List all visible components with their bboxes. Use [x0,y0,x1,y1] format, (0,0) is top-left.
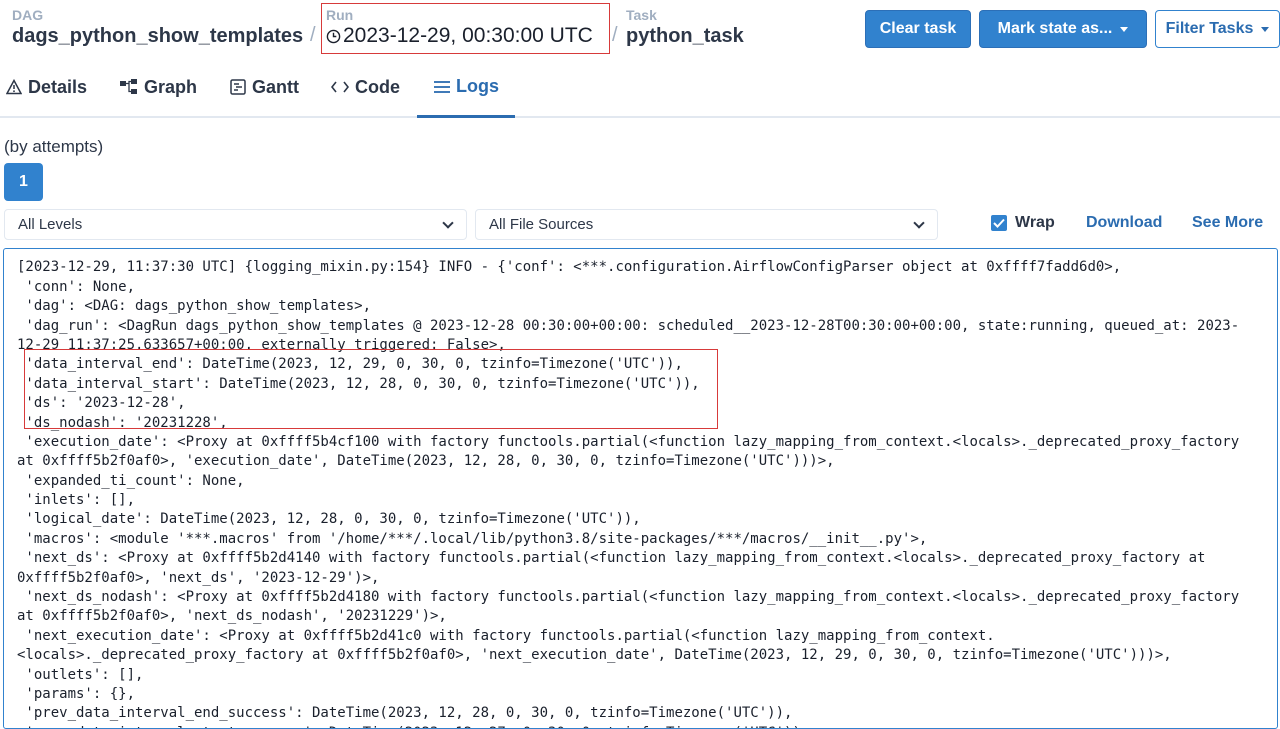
tab-details[interactable]: Details [6,58,87,116]
tab-graph[interactable]: Graph [120,58,197,116]
checkmark-icon [993,218,1005,228]
log-line: 'conn': None, [17,278,136,295]
log-line: at 0xffff5b2f0af0>, 'next_ds_nodash', '2… [17,608,447,625]
clear-task-button[interactable]: Clear task [865,10,971,48]
breadcrumb-task[interactable]: Task python_task [626,7,744,48]
log-line: 'params': {}, [17,685,136,702]
log-viewer[interactable]: [2023-12-29, 11:37:30 UTC] {logging_mixi… [3,248,1278,729]
see-more-link[interactable]: See More [1192,214,1263,232]
tab-code-label: Code [355,76,400,97]
wrap-label: Wrap [1015,214,1055,231]
log-line: at 0xffff5b2f0af0>, 'execution_date', Da… [17,453,835,470]
wrap-toggle[interactable]: Wrap [991,214,1055,232]
log-line: 'dag_run': <DagRun dags_python_show_temp… [17,317,1240,334]
graph-icon [120,79,138,95]
tab-gantt-label: Gantt [252,76,299,97]
chevron-down-icon [913,217,925,229]
tab-code[interactable]: Code [331,58,400,116]
gantt-icon [230,79,246,95]
filter-tasks-button[interactable]: Filter Tasks [1155,10,1280,48]
breadcrumb-run-label: Run [326,7,354,23]
clock-icon [326,29,341,44]
code-icon [331,80,349,94]
log-line: <locals>._deprecated_proxy_factory at 0x… [17,647,1172,664]
header: DAG dags_python_show_templates / Run 202… [0,0,1280,58]
mark-state-button[interactable]: Mark state as... [979,10,1147,48]
breadcrumb-run[interactable]: Run 2023-12-29, 00:30:00 UTC [326,7,593,48]
chevron-down-icon [442,217,454,229]
filter-tasks-label: Filter Tasks [1165,20,1254,37]
log-line: 'prev_data_interval_end_success': DateTi… [17,705,793,722]
breadcrumb-dag-value[interactable]: dags_python_show_templates [12,24,303,48]
list-icon [434,80,450,94]
tab-details-label: Details [28,76,88,97]
log-level-value: All Levels [18,216,83,233]
log-lines: [2023-12-29, 11:37:30 UTC] {logging_mixi… [17,249,1267,728]
file-source-select[interactable]: All File Sources [475,209,938,240]
log-line: 'expanded_ti_count': None, [17,472,245,489]
chevron-down-icon [1261,26,1270,32]
breadcrumb-separator: / [310,24,316,46]
tab-logs[interactable]: Logs [417,58,515,118]
log-line: 'inlets': [], [17,492,136,509]
breadcrumb-run-value[interactable]: 2023-12-29, 00:30:00 UTC [343,24,593,48]
log-line: 0xffff5b2f0af0>, 'next_ds', '2023-12-29'… [17,569,380,586]
tab-graph-label: Graph [144,76,198,97]
log-level-select[interactable]: All Levels [4,209,467,240]
tab-bar: Details Graph Gantt Code Logs [0,58,1280,118]
log-line: [2023-12-29, 11:37:30 UTC] {logging_mixi… [17,259,1122,276]
log-line: 'outlets': [], [17,666,144,683]
download-link[interactable]: Download [1086,214,1162,232]
log-line: 'prev_data_interval_start_success': Date… [17,724,1267,728]
log-line: 'macros': <module '***.macros' from '/ho… [17,530,928,547]
log-line: 'next_ds': <Proxy at 0xffff5b2d4140 with… [17,550,1206,567]
log-line: 'logical_date': DateTime(2023, 12, 28, 0… [17,511,641,528]
log-line: 'next_execution_date': <Proxy at 0xffff5… [17,627,995,644]
file-source-value: All File Sources [489,216,594,233]
tab-gantt[interactable]: Gantt [230,58,299,116]
breadcrumb-separator: / [612,24,618,46]
log-line: 'next_ds_nodash': <Proxy at 0xffff5b2d41… [17,589,1240,606]
wrap-checkbox[interactable] [991,215,1007,231]
clear-task-label: Clear task [879,20,957,37]
breadcrumb-dag-label: DAG [12,7,44,23]
attempts-label: (by attempts) [4,137,104,156]
breadcrumb-dag[interactable]: DAG dags_python_show_templates [12,7,303,48]
warning-icon [6,79,22,95]
breadcrumb-task-label: Task [626,7,657,23]
tab-logs-label: Logs [456,76,499,96]
log-line: 'execution_date': <Proxy at 0xffff5b4cf1… [17,433,1240,450]
mark-state-label: Mark state as... [997,20,1113,37]
chevron-down-icon [1120,26,1129,32]
attempt-button[interactable]: 1 [4,163,43,201]
breadcrumb-task-value[interactable]: python_task [626,24,744,48]
log-highlight-box [24,349,718,429]
log-line: 'dag': <DAG: dags_python_show_templates>… [17,298,372,315]
